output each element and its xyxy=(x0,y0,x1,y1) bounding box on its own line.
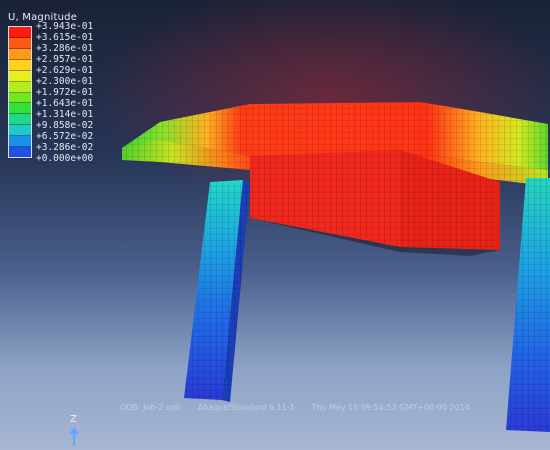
legend-value: +3.286e-01 xyxy=(36,43,94,54)
legend-value: +3.286e-02 xyxy=(36,142,94,153)
legend-value: +3.943e-01 xyxy=(36,21,94,32)
legend-value: +0.000e+00 xyxy=(36,153,94,164)
legend-color-band xyxy=(9,70,31,82)
result-timestamp: Thu May 15 09:54:52 GMT+00:00 2014 xyxy=(311,403,470,412)
legend-color-band xyxy=(9,136,31,148)
legend-color-bar xyxy=(8,26,32,158)
contour-legend: U, Magnitude +3.943e-01 +3.615e-01 +3.28… xyxy=(8,12,126,164)
z-axis-label: Z xyxy=(70,414,77,425)
legend-color-band xyxy=(9,59,31,71)
legend-value: +6.572e-02 xyxy=(36,131,94,142)
legend-color-band xyxy=(9,48,31,60)
z-axis-arrow-icon xyxy=(69,427,79,446)
legend-color-band xyxy=(9,81,31,93)
legend-color-band xyxy=(9,103,31,115)
legend-color-band xyxy=(9,114,31,126)
legend-color-band xyxy=(9,147,31,158)
legend-value: +1.972e-01 xyxy=(36,87,94,98)
legend-value: +1.314e-01 xyxy=(36,109,94,120)
legend-color-band xyxy=(9,92,31,104)
solver-version: Abaqus/Standard 6.11-1 xyxy=(197,403,295,412)
odb-filename: ODB: Job-2.odb xyxy=(120,403,182,412)
legend-value-list: +3.943e-01 +3.615e-01 +3.286e-01 +2.957e… xyxy=(36,21,93,164)
legend-color-band xyxy=(9,27,31,38)
viewport-info-footer: ODB: Job-2.odb Abaqus/Standard 6.11-1 Th… xyxy=(120,403,484,412)
legend-value: +2.629e-01 xyxy=(36,65,94,76)
legend-value: +3.615e-01 xyxy=(36,32,94,43)
right-support-column[interactable] xyxy=(506,178,550,432)
legend-value: +2.300e-01 xyxy=(36,76,94,87)
legend-color-band xyxy=(9,125,31,137)
legend-value: +1.643e-01 xyxy=(36,98,94,109)
left-support-column[interactable] xyxy=(184,180,250,402)
legend-value: +2.957e-01 xyxy=(36,54,94,65)
legend-value: +9.858e-02 xyxy=(36,120,94,131)
legend-color-band xyxy=(9,37,31,49)
axis-triad: Z xyxy=(62,414,92,448)
